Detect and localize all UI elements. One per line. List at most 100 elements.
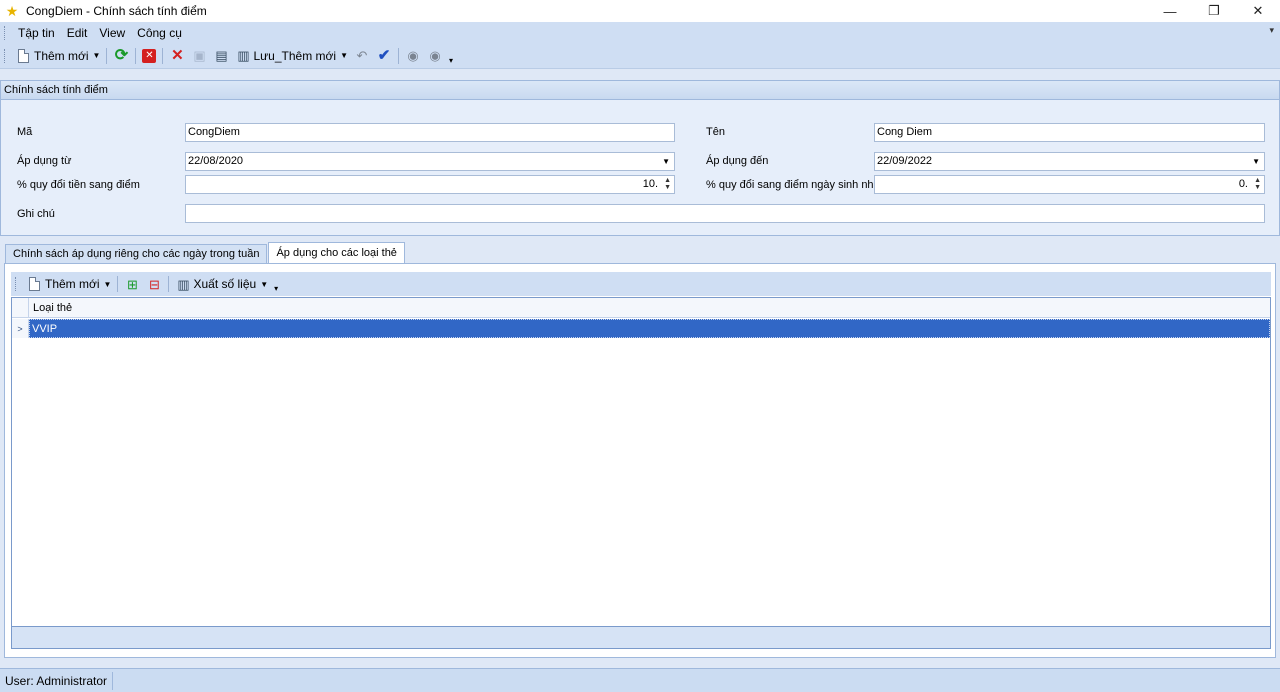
- new-button-label: Thêm mới: [34, 48, 89, 63]
- delete-row-icon: ⊟: [149, 276, 160, 292]
- approve-button[interactable]: ✔: [373, 45, 395, 67]
- menu-tap-tin[interactable]: Tập tin: [12, 26, 61, 40]
- separator: [162, 47, 164, 64]
- refresh-button[interactable]: ⟳: [110, 45, 132, 67]
- save-icon: ▣: [193, 48, 206, 63]
- minimize-button[interactable]: —: [1148, 0, 1192, 22]
- menu-edit[interactable]: Edit: [61, 26, 94, 40]
- menu-bar: Tập tin Edit View Công cụ ▾: [0, 22, 1280, 43]
- status-bar: User: Administrator: [0, 668, 1280, 692]
- next-button[interactable]: ◉: [424, 45, 446, 67]
- close-button[interactable]: ✕: [1236, 0, 1280, 22]
- row-pointer-icon: >: [12, 319, 29, 338]
- refresh-icon: ⟳: [114, 46, 129, 64]
- window-title: CongDiem - Chính sách tính điểm: [26, 4, 207, 18]
- separator: [397, 47, 399, 64]
- quy-doi-sinh-nhat-spinner[interactable]: 0. ▲ ▼: [874, 175, 1265, 194]
- card-type-grid: Loại thẻ > VVIP: [11, 297, 1271, 649]
- ten-input[interactable]: Cong Diem: [874, 123, 1265, 142]
- grid-toolbar: Thêm mới ▼ ⊞ ⊟ ▥ Xuất số liệu ▼ ▾: [11, 272, 1271, 296]
- chevron-down-icon: ▼: [260, 279, 269, 289]
- grid-header: Loại thẻ: [12, 298, 1270, 318]
- quy-doi-tien-value: 10.: [642, 178, 658, 190]
- status-user: User: Administrator: [0, 671, 114, 690]
- toolbar-overflow-icon[interactable]: ▾: [446, 45, 456, 67]
- delete-row-button[interactable]: ⊟: [143, 273, 165, 295]
- spinner-arrows-icon[interactable]: ▲ ▼: [664, 177, 671, 191]
- save-button[interactable]: ▣: [188, 45, 210, 67]
- tab-panel: Thêm mới ▼ ⊞ ⊟ ▥ Xuất số liệu ▼ ▾ Loại t…: [4, 263, 1276, 658]
- toolbar-overflow-icon[interactable]: ▾: [271, 273, 281, 295]
- menu-view[interactable]: View: [93, 26, 131, 40]
- main-toolbar: Thêm mới ▼ ⟳ ✕ ✕ ▣ ▤ ▥ Lưu_Thêm mới ▼ ↶ …: [0, 43, 1280, 69]
- cancel-icon: ✕: [142, 48, 157, 63]
- chevron-down-icon[interactable]: ▼: [662, 153, 670, 170]
- ap-dung-tu-label: Áp dụng từ: [17, 155, 72, 167]
- save-new-button[interactable]: ▥ Lưu_Thêm mới ▼: [232, 45, 351, 67]
- export-label: Xuất số liệu: [193, 277, 257, 291]
- undo-icon: ↶: [356, 48, 368, 63]
- chevron-down-icon[interactable]: ▼: [1252, 153, 1260, 170]
- separator: [117, 276, 119, 292]
- cancel-button[interactable]: ✕: [139, 45, 159, 67]
- restore-button[interactable]: ❐: [1192, 0, 1236, 22]
- ap-dung-den-label: Áp dụng đến: [706, 155, 769, 167]
- chevron-down-icon: ▼: [92, 51, 101, 60]
- next-icon: ◉: [429, 48, 441, 63]
- export-button[interactable]: ▥ Xuất số liệu ▼: [172, 273, 271, 295]
- ma-input[interactable]: CongDiem: [185, 123, 675, 142]
- chevron-down-icon: ▼: [103, 279, 112, 289]
- ap-dung-tu-date[interactable]: 22/08/2020 ▼: [185, 152, 675, 171]
- title-bar: ★ CongDiem - Chính sách tính điểm — ❐ ✕: [0, 0, 1280, 22]
- delete-icon: ✕: [171, 47, 184, 64]
- previous-icon: ◉: [407, 48, 419, 63]
- spinner-arrows-icon[interactable]: ▲ ▼: [1254, 177, 1261, 191]
- add-row-icon: ⊞: [127, 276, 138, 292]
- delete-button[interactable]: ✕: [166, 45, 188, 67]
- toolbar-grip[interactable]: [15, 277, 18, 291]
- tab-strip: Chính sách áp dụng riêng cho các ngày tr…: [5, 242, 406, 264]
- new-document-icon: [15, 48, 31, 64]
- quy-doi-sinh-nhat-label: % quy đổi sang điểm ngày sinh nhật: [706, 179, 883, 191]
- ten-label: Tên: [706, 126, 725, 138]
- separator: [135, 47, 137, 64]
- ghi-chu-label: Ghi chú: [17, 208, 55, 220]
- table-row[interactable]: > VVIP: [12, 319, 1270, 338]
- menu-overflow-icon[interactable]: ▾: [1269, 25, 1274, 36]
- grid-new-label: Thêm mới: [45, 277, 100, 291]
- save-close-icon: ▤: [215, 48, 228, 63]
- ma-label: Mã: [17, 126, 33, 138]
- quy-doi-tien-label: % quy đổi tiền sang điểm: [17, 179, 140, 191]
- group-header: Chính sách tính điểm: [1, 81, 1279, 100]
- toolbar-grip[interactable]: [4, 48, 7, 63]
- add-row-button[interactable]: ⊞: [121, 273, 143, 295]
- policy-group: Chính sách tính điểm Mã CongDiem Tên Con…: [0, 80, 1280, 236]
- tab-weekday-policy[interactable]: Chính sách áp dụng riêng cho các ngày tr…: [5, 244, 268, 263]
- quy-doi-tien-spinner[interactable]: 10. ▲ ▼: [185, 175, 675, 194]
- window-controls: — ❐ ✕: [1148, 0, 1280, 22]
- separator: [168, 276, 170, 292]
- undo-button[interactable]: ↶: [351, 45, 373, 67]
- row-indicator-header: [12, 298, 29, 318]
- quy-doi-sinh-nhat-value: 0.: [1238, 178, 1248, 190]
- column-header-loai-the[interactable]: Loại thẻ: [29, 298, 72, 317]
- new-document-icon: [26, 276, 42, 292]
- menu-grip[interactable]: [4, 25, 7, 40]
- star-app-icon: ★: [5, 2, 19, 19]
- tab-card-types[interactable]: Áp dụng cho các loại thẻ: [268, 242, 405, 264]
- ap-dung-tu-value: 22/08/2020: [188, 155, 244, 167]
- ghi-chu-input[interactable]: [185, 204, 1265, 223]
- save-new-icon: ▥: [237, 48, 250, 63]
- export-icon: ▥: [177, 276, 190, 292]
- previous-button[interactable]: ◉: [402, 45, 424, 67]
- table-cell[interactable]: VVIP: [29, 319, 1270, 338]
- save-new-label: Lưu_Thêm mới: [253, 48, 337, 63]
- separator: [106, 47, 108, 64]
- ap-dung-den-value: 22/09/2022: [877, 155, 933, 167]
- menu-cong-cu[interactable]: Công cụ: [131, 26, 188, 40]
- ap-dung-den-date[interactable]: 22/09/2022 ▼: [874, 152, 1265, 171]
- new-button[interactable]: Thêm mới ▼: [12, 45, 103, 67]
- grid-new-button[interactable]: Thêm mới ▼: [23, 273, 114, 295]
- save-close-button[interactable]: ▤: [210, 45, 232, 67]
- chevron-down-icon: ▼: [340, 51, 348, 60]
